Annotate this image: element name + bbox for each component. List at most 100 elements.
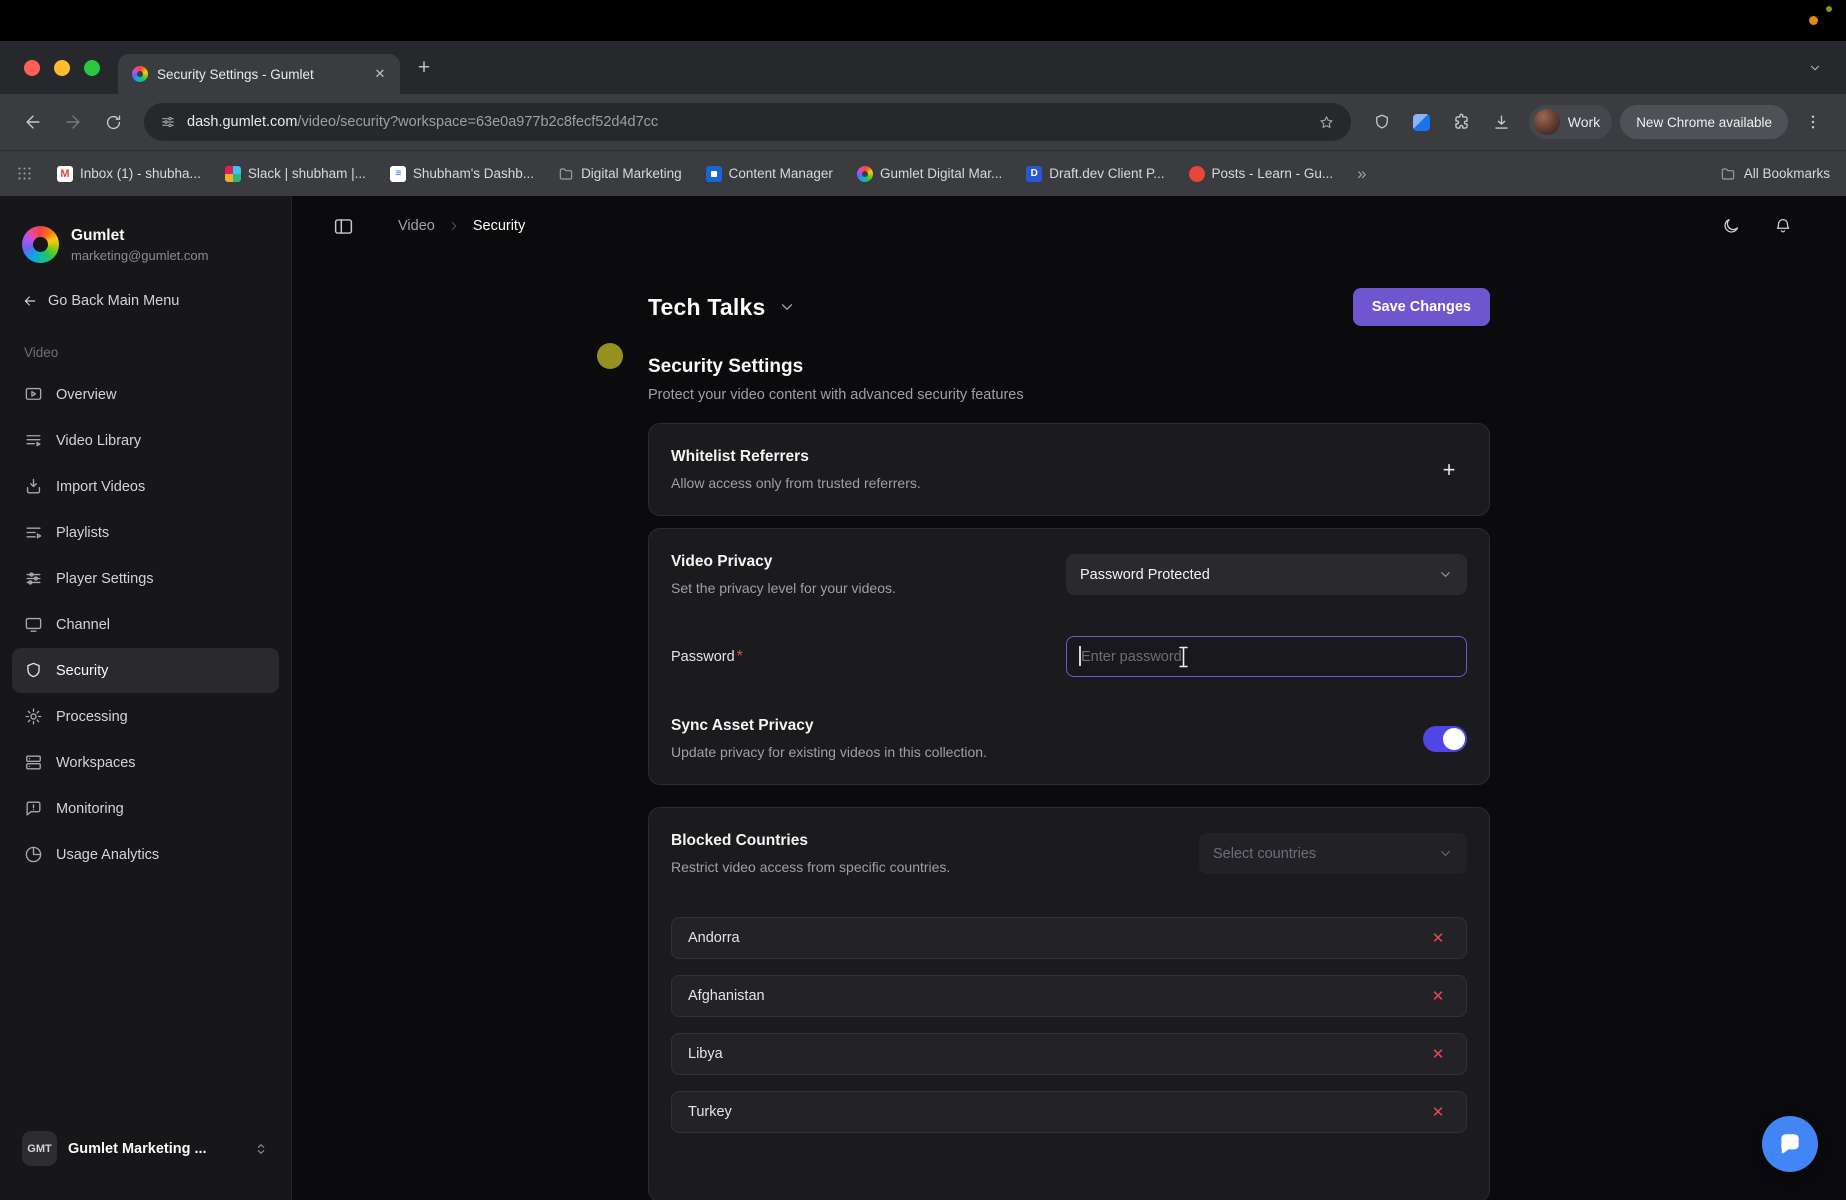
sidebar-item-import-videos[interactable]: Import Videos [12, 464, 279, 509]
remove-country-button[interactable]: ✕ [1426, 984, 1450, 1008]
overview-icon [24, 385, 43, 404]
new-tab-button[interactable]: + [408, 52, 440, 84]
sidebar-item-overview[interactable]: Overview [12, 372, 279, 417]
bookmark-slack[interactable]: Slack | shubham |... [225, 166, 366, 182]
minimize-window-button[interactable] [54, 60, 70, 76]
apps-grid-icon[interactable] [16, 165, 33, 182]
downloads-button[interactable] [1483, 103, 1521, 141]
sidebar-item-label: Processing [56, 709, 128, 725]
save-changes-button[interactable]: Save Changes [1353, 288, 1490, 326]
tab-search-button[interactable] [1800, 53, 1830, 83]
bookmark-digital-marketing[interactable]: Digital Marketing [558, 166, 682, 182]
remove-country-button[interactable]: ✕ [1426, 926, 1450, 950]
url-host: dash.gumlet.com [187, 114, 297, 130]
profile-button[interactable]: Work [1529, 105, 1612, 139]
forward-arrow-icon [63, 112, 83, 132]
sidebar-item-processing[interactable]: Processing [12, 694, 279, 739]
site-settings-icon[interactable] [160, 114, 176, 130]
remove-country-button[interactable]: ✕ [1426, 1042, 1450, 1066]
posts-favicon [1189, 166, 1205, 182]
close-window-button[interactable] [24, 60, 40, 76]
forward-button[interactable] [54, 103, 92, 141]
sync-privacy-toggle[interactable] [1423, 726, 1467, 752]
all-bookmarks-label: All Bookmarks [1744, 166, 1830, 181]
go-back-main-menu-link[interactable]: Go Back Main Menu [12, 293, 279, 309]
panel-toggle-icon [333, 216, 354, 237]
remove-country-button[interactable]: ✕ [1426, 1100, 1450, 1124]
monitoring-icon [24, 799, 43, 818]
shield-icon [1373, 113, 1391, 131]
sidebar-item-label: Usage Analytics [56, 847, 159, 863]
sidebar-item-label: Player Settings [56, 571, 154, 587]
video-privacy-card: Video Privacy Set the privacy level for … [648, 528, 1490, 785]
moon-icon [1722, 217, 1740, 235]
sidebar-item-player-settings[interactable]: Player Settings [12, 556, 279, 601]
bookmark-posts[interactable]: Posts - Learn - Gu... [1189, 166, 1334, 182]
sidebar-item-label: Video Library [56, 433, 141, 449]
draftdev-favicon: D [1026, 166, 1042, 182]
bookmark-dashboard[interactable]: ≡ Shubham's Dashb... [390, 166, 534, 182]
click-highlight-dot [597, 343, 623, 369]
profile-avatar [1534, 109, 1560, 135]
sync-privacy-title: Sync Asset Privacy [671, 717, 1423, 735]
chat-bubble-icon [1777, 1131, 1803, 1157]
extensions-button[interactable] [1443, 103, 1481, 141]
country-name: Afghanistan [688, 988, 1426, 1004]
add-referrer-button[interactable]: + [1431, 452, 1467, 488]
bookmark-draftdev[interactable]: D Draft.dev Client P... [1026, 166, 1164, 182]
tab-close-icon[interactable]: ✕ [370, 64, 390, 84]
sidebar-item-security[interactable]: Security [12, 648, 279, 693]
sidebar-item-channel[interactable]: Channel [12, 602, 279, 647]
sidebar-item-workspaces[interactable]: Workspaces [12, 740, 279, 785]
chrome-update-button[interactable]: New Chrome available [1620, 105, 1788, 139]
brand: Gumlet marketing@gumlet.com [12, 226, 279, 263]
sidebar-item-monitoring[interactable]: Monitoring [12, 786, 279, 831]
chevron-down-icon [1438, 846, 1453, 861]
screen: Security Settings - Gumlet ✕ + dash.guml… [0, 0, 1846, 1200]
recording-indicator-dot [1809, 16, 1818, 25]
sidebar-item-usage-analytics[interactable]: Usage Analytics [12, 832, 279, 877]
bookmark-content-manager[interactable]: Content Manager [706, 166, 833, 182]
browser-tab[interactable]: Security Settings - Gumlet ✕ [118, 54, 400, 94]
privacy-level-select[interactable]: Password Protected [1066, 554, 1467, 595]
zoom-window-button[interactable] [84, 60, 100, 76]
player-settings-icon [24, 569, 43, 588]
bookmark-gumlet-digital[interactable]: Gumlet Digital Mar... [857, 166, 1002, 182]
theme-toggle-button[interactable] [1716, 211, 1746, 241]
password-input[interactable] [1066, 636, 1467, 677]
notifications-button[interactable] [1768, 211, 1798, 241]
all-bookmarks-button[interactable]: All Bookmarks [1720, 166, 1830, 182]
breadcrumb-parent[interactable]: Video [398, 218, 435, 234]
whitelist-description: Allow access only from trusted referrers… [671, 475, 1431, 491]
password-label: Password [671, 649, 735, 665]
whitelist-referrers-card: Whitelist Referrers Allow access only fr… [648, 423, 1490, 516]
pinned-extension-button[interactable] [1403, 103, 1441, 141]
sidebar-item-playlists[interactable]: Playlists [12, 510, 279, 555]
sidebar-item-label: Monitoring [56, 801, 124, 817]
browser-menu-button[interactable] [1794, 103, 1832, 141]
blocked-countries-description: Restrict video access from specific coun… [671, 859, 1199, 875]
kebab-menu-icon [1804, 113, 1822, 131]
select-countries-dropdown[interactable]: Select countries [1199, 833, 1467, 874]
back-link-label: Go Back Main Menu [48, 293, 179, 309]
bookmark-star-icon[interactable] [1318, 114, 1335, 131]
bookmark-inbox[interactable]: M Inbox (1) - shubha... [57, 166, 201, 182]
bookmark-label: Digital Marketing [581, 166, 682, 181]
back-arrow-icon [23, 112, 43, 132]
sidebar-toggle-button[interactable] [326, 209, 360, 243]
privacy-shield-button[interactable] [1363, 103, 1401, 141]
address-bar[interactable]: dash.gumlet.com/video/security?workspace… [144, 103, 1351, 141]
sidebar-item-label: Workspaces [56, 755, 136, 771]
page-content: Tech Talks Save Changes Security Setting… [648, 256, 1490, 1200]
sidebar-item-video-library[interactable]: Video Library [12, 418, 279, 463]
reload-button[interactable] [94, 103, 132, 141]
window-controls [0, 60, 118, 76]
support-chat-button[interactable] [1762, 1116, 1818, 1172]
collection-selector[interactable]: Tech Talks [648, 294, 796, 321]
workspace-switcher[interactable]: GMT Gumlet Marketing ... [12, 1117, 279, 1200]
sidebar-item-label: Channel [56, 617, 110, 633]
back-button[interactable] [14, 103, 52, 141]
bookmarks-overflow-chevron[interactable]: » [1357, 164, 1366, 184]
collection-name: Tech Talks [648, 294, 765, 321]
privacy-level-value: Password Protected [1080, 567, 1428, 583]
